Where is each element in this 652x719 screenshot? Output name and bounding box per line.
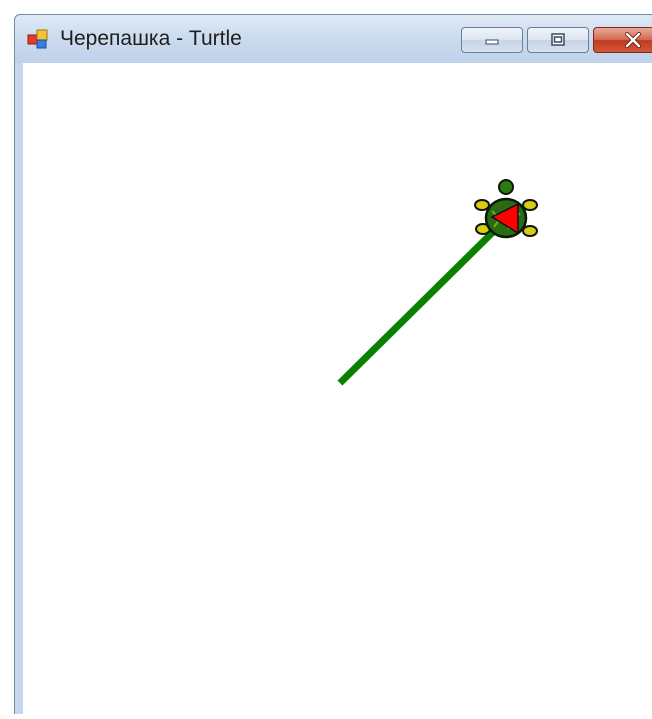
minimize-button[interactable] [461,27,523,53]
close-button[interactable] [593,27,652,53]
drawing-area [24,63,652,719]
close-icon [625,32,641,48]
maximize-icon [551,33,565,46]
turtle-window: Черепашка - Turtle [14,14,652,719]
title-bar[interactable]: Черепашка - Turtle [15,15,652,63]
app-icon [27,29,48,49]
turtle-icon [474,179,538,239]
maximize-button[interactable] [527,27,589,53]
window-title: Черепашка - Turtle [60,27,242,50]
minimize-icon [485,39,499,45]
turtle-path-line [337,228,497,386]
turtle-canvas [337,179,538,386]
